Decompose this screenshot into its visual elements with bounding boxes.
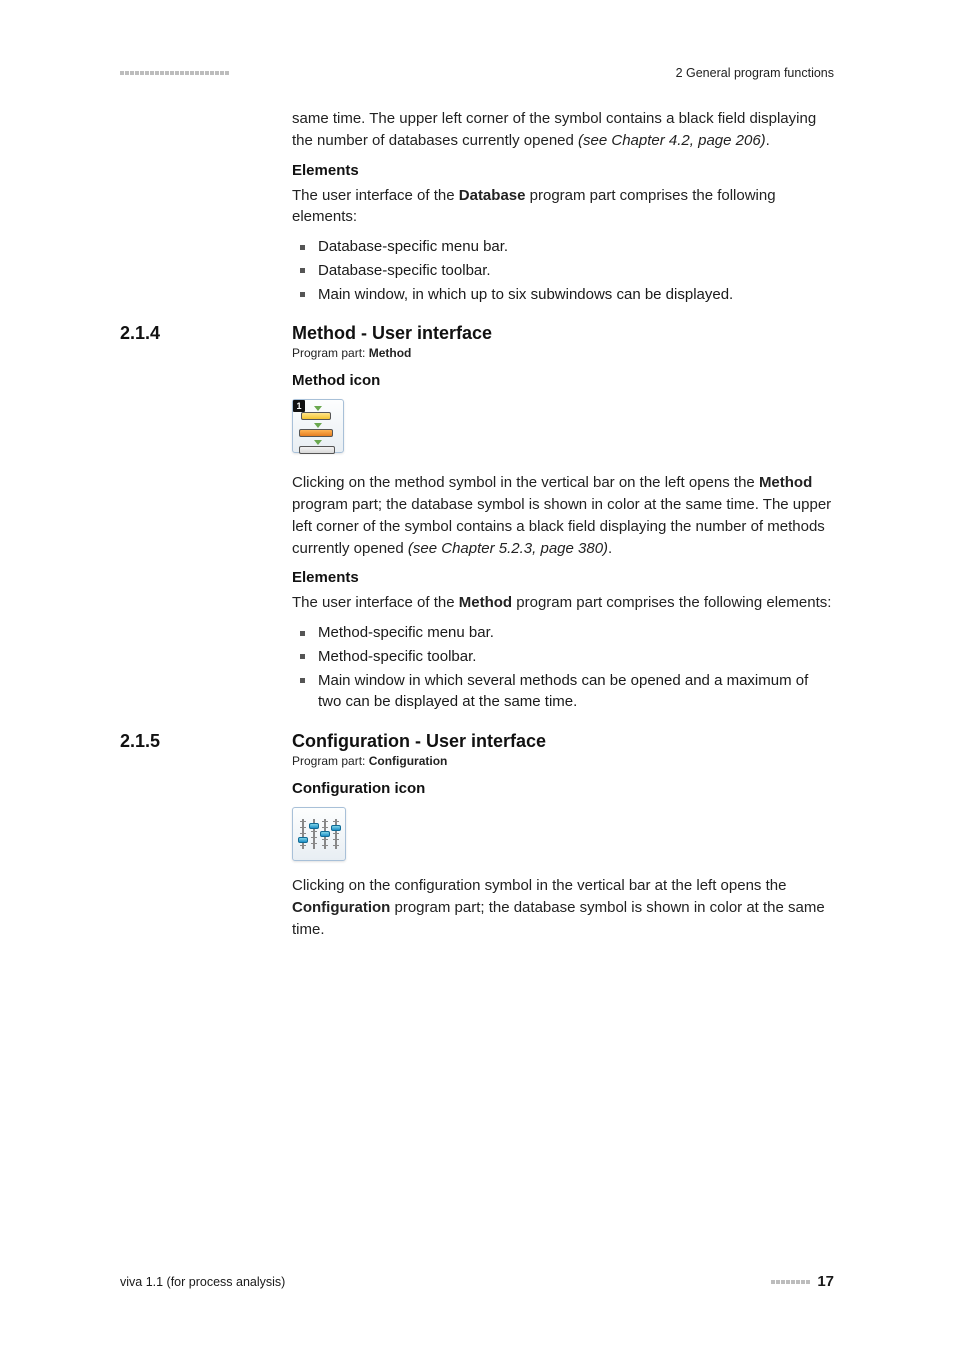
text: Clicking on the method symbol in the ver…	[292, 474, 759, 491]
elements-list: Database-specific menu bar. Database-spe…	[292, 236, 834, 305]
slider-icon	[300, 817, 306, 851]
text: The user interface of the	[292, 187, 459, 204]
configuration-icon	[292, 807, 346, 861]
page-header: 2 General program functions	[120, 66, 834, 80]
slider-icon	[333, 817, 339, 851]
program-part-line: Program part: Method	[292, 346, 834, 360]
breadcrumb: 2 General program functions	[676, 66, 834, 80]
text-bold: Configuration	[292, 899, 390, 916]
method-count-badge: 1	[293, 400, 305, 412]
elements-intro: The user interface of the Database progr…	[292, 185, 834, 229]
text: Clicking on the configuration symbol in …	[292, 877, 786, 894]
text-bold: Configuration	[369, 754, 448, 768]
list-item: Method-specific menu bar.	[292, 622, 834, 644]
elements-heading: Elements	[292, 569, 834, 586]
list-item: Database-specific toolbar.	[292, 260, 834, 282]
program-part-line: Program part: Configuration	[292, 754, 834, 768]
arrow-down-icon	[314, 423, 322, 428]
footer-left: viva 1.1 (for process analysis)	[120, 1275, 285, 1289]
text-bold: Database	[459, 187, 526, 204]
text-bold: Method	[369, 346, 412, 360]
method-paragraph: Clicking on the method symbol in the ver…	[292, 472, 834, 559]
page: 2 General program functions same time. T…	[0, 0, 954, 1350]
method-icon: 1	[292, 399, 344, 453]
method-step-icon	[299, 446, 335, 454]
footer-right: 17	[771, 1273, 834, 1290]
list-item: Main window in which several methods can…	[292, 670, 834, 714]
text: Program part:	[292, 754, 369, 768]
text: Program part:	[292, 346, 369, 360]
page-number: 17	[817, 1273, 834, 1290]
section-heading-215: 2.1.5 Configuration - User interface	[120, 731, 834, 752]
arrow-down-icon	[314, 440, 322, 445]
arrow-down-icon	[314, 406, 322, 411]
intro-paragraph: same time. The upper left corner of the …	[292, 108, 834, 152]
section-number: 2.1.4	[120, 323, 292, 344]
text-bold: Method	[459, 594, 512, 611]
reference: (see Chapter 5.2.3, page 380)	[408, 540, 608, 557]
elements-intro: The user interface of the Method program…	[292, 592, 834, 614]
slider-icon	[322, 817, 328, 851]
text: program part comprises the following ele…	[512, 594, 831, 611]
config-paragraph: Clicking on the configuration symbol in …	[292, 875, 834, 940]
header-ornament	[120, 71, 230, 75]
page-footer: viva 1.1 (for process analysis) 17	[120, 1273, 834, 1290]
method-step-icon	[301, 412, 331, 420]
config-icon-heading: Configuration icon	[292, 780, 834, 797]
footer-ornament	[771, 1280, 811, 1284]
section-number: 2.1.5	[120, 731, 292, 752]
elements-heading: Elements	[292, 162, 834, 179]
reference: (see Chapter 4.2, page 206)	[578, 132, 766, 149]
method-step-icon	[299, 429, 333, 437]
section-title: Configuration - User interface	[292, 731, 546, 752]
method-icon-heading: Method icon	[292, 372, 834, 389]
text: .	[608, 540, 612, 557]
slider-icon	[311, 817, 317, 851]
list-item: Method-specific toolbar.	[292, 646, 834, 668]
text-bold: Method	[759, 474, 812, 491]
page-content: same time. The upper left corner of the …	[120, 108, 834, 948]
section-title: Method - User interface	[292, 323, 492, 344]
text: The user interface of the	[292, 594, 459, 611]
text: .	[766, 132, 770, 149]
section-heading-214: 2.1.4 Method - User interface	[120, 323, 834, 344]
list-item: Database-specific menu bar.	[292, 236, 834, 258]
list-item: Main window, in which up to six subwindo…	[292, 284, 834, 306]
elements-list: Method-specific menu bar. Method-specifi…	[292, 622, 834, 713]
